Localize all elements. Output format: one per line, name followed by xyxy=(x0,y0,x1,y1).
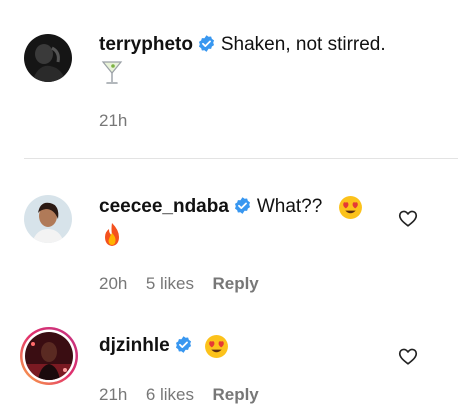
likes-count[interactable]: 6 likes xyxy=(146,385,194,404)
username[interactable]: ceecee_ndaba xyxy=(99,196,229,217)
heart-outline-icon xyxy=(398,210,418,227)
heart-outline-icon xyxy=(398,348,418,365)
divider xyxy=(24,158,458,159)
comment-body: djzinhle xyxy=(99,335,299,357)
verified-badge-icon xyxy=(233,196,252,215)
verified-badge-icon xyxy=(197,34,216,53)
reply-button[interactable]: Reply xyxy=(212,274,258,293)
comment-text: Shaken, not stirred. xyxy=(220,34,386,55)
heart-eyes-emoji xyxy=(338,195,363,220)
comment-body: terrypheto Shaken, not stirred. xyxy=(99,34,439,56)
username[interactable]: djzinhle xyxy=(99,335,170,356)
reply-button[interactable]: Reply xyxy=(212,385,258,404)
heart-eyes-emoji xyxy=(204,334,229,359)
timestamp: 21h xyxy=(99,385,128,404)
verified-badge-icon xyxy=(174,335,193,354)
fire-emoji xyxy=(101,222,123,248)
likes-count[interactable]: 5 likes xyxy=(146,274,194,293)
cocktail-emoji xyxy=(101,60,123,86)
avatar-djzinhle[interactable] xyxy=(19,326,79,386)
like-button[interactable] xyxy=(397,207,419,234)
timestamp: 21h xyxy=(99,111,128,130)
like-button[interactable] xyxy=(397,345,419,372)
timestamp: 20h xyxy=(99,274,128,293)
avatar-ceecee-ndaba[interactable] xyxy=(24,195,72,243)
comment-meta: 21h 6 likes Reply xyxy=(99,385,259,405)
comment-text: What?? xyxy=(256,196,323,217)
username[interactable]: terrypheto xyxy=(99,34,193,55)
avatar-terrypheto[interactable] xyxy=(24,34,72,82)
comment-meta: 20h 5 likes Reply xyxy=(99,274,259,294)
